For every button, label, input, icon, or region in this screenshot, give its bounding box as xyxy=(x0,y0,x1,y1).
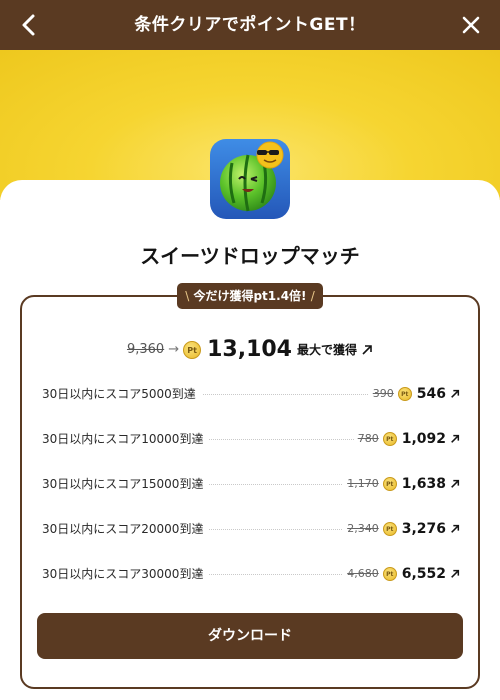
task-label: 30日以内にスコア30000到達 xyxy=(42,564,210,584)
task-points: 4,680 Pt 6,552 xyxy=(343,564,460,584)
point-coin-icon: Pt xyxy=(382,567,397,581)
task-label: 30日以内にスコア10000到達 xyxy=(42,429,210,449)
task-old-points: 2,340 xyxy=(347,522,379,535)
task-label: 30日以内にスコア20000到達 xyxy=(42,519,210,539)
task-row: 30日以内にスコア15000到達 1,170 Pt 1,638 xyxy=(42,474,460,494)
task-points: 2,340 Pt 3,276 xyxy=(343,519,460,539)
top-bar: 条件クリアでポイントGET！ xyxy=(0,0,500,50)
new-total-points: 13,104 xyxy=(207,337,292,362)
task-new-points: 546 xyxy=(416,386,446,402)
task-new-points: 6,552 xyxy=(401,566,446,582)
diagonal-up-arrow-icon xyxy=(451,389,460,398)
diagonal-up-arrow-icon xyxy=(451,479,460,488)
task-old-points: 1,170 xyxy=(347,477,379,490)
task-old-points: 780 xyxy=(357,432,379,445)
app-name: スイーツドロップマッチ xyxy=(140,244,360,268)
diagonal-up-arrow-icon xyxy=(451,524,460,533)
watermelon-app-icon xyxy=(210,139,290,219)
task-new-points: 3,276 xyxy=(401,521,446,537)
task-row: 30日以内にスコア5000到達 390 Pt 546 xyxy=(42,384,460,404)
promo-badge-text: 今だけ獲得pt1.4倍! xyxy=(193,289,307,303)
task-old-points: 4,680 xyxy=(347,567,379,580)
download-button[interactable]: ダウンロード xyxy=(37,613,463,659)
old-total-points: 9,360 xyxy=(126,342,165,357)
dotted-leader xyxy=(192,394,370,395)
task-points: 1,170 Pt 1,638 xyxy=(343,474,460,494)
right-arrow-icon: → xyxy=(168,342,180,357)
point-coin-icon: Pt xyxy=(382,477,397,491)
diagonal-up-arrow-icon xyxy=(451,434,460,443)
promo-slash-right: / xyxy=(310,289,315,303)
dotted-leader xyxy=(192,439,370,440)
task-new-points: 1,638 xyxy=(401,476,446,492)
point-coin-icon: Pt xyxy=(183,340,202,359)
task-old-points: 390 xyxy=(372,387,394,400)
task-label: 30日以内にスコア15000到達 xyxy=(42,474,210,494)
point-coin-icon: Pt xyxy=(382,522,397,536)
task-row: 30日以内にスコア10000到達 780 Pt 1,092 xyxy=(42,429,460,449)
task-points: 390 Pt 546 xyxy=(368,384,460,404)
max-earn-label: 最大で獲得 xyxy=(297,343,358,357)
task-row: 30日以内にスコア20000到達 2,340 Pt 3,276 xyxy=(42,519,460,539)
diagonal-up-arrow-icon xyxy=(451,569,460,578)
promo-badge: \ 今だけ獲得pt1.4倍! / xyxy=(177,283,323,309)
page-title: 条件クリアでポイントGET！ xyxy=(134,15,366,35)
task-label: 30日以内にスコア5000到達 xyxy=(42,384,202,404)
total-points-row: 9,360 → Pt 13,104 最大で獲得 xyxy=(0,337,500,367)
task-row: 30日以内にスコア30000到達 4,680 Pt 6,552 xyxy=(42,564,460,584)
point-coin-icon: Pt xyxy=(382,432,397,446)
point-coin-icon: Pt xyxy=(397,387,412,401)
task-new-points: 1,092 xyxy=(401,431,446,447)
task-points: 780 Pt 1,092 xyxy=(353,429,460,449)
diagonal-up-arrow-icon xyxy=(362,344,372,355)
close-icon[interactable] xyxy=(460,14,482,36)
promo-slash-left: \ xyxy=(185,289,190,303)
